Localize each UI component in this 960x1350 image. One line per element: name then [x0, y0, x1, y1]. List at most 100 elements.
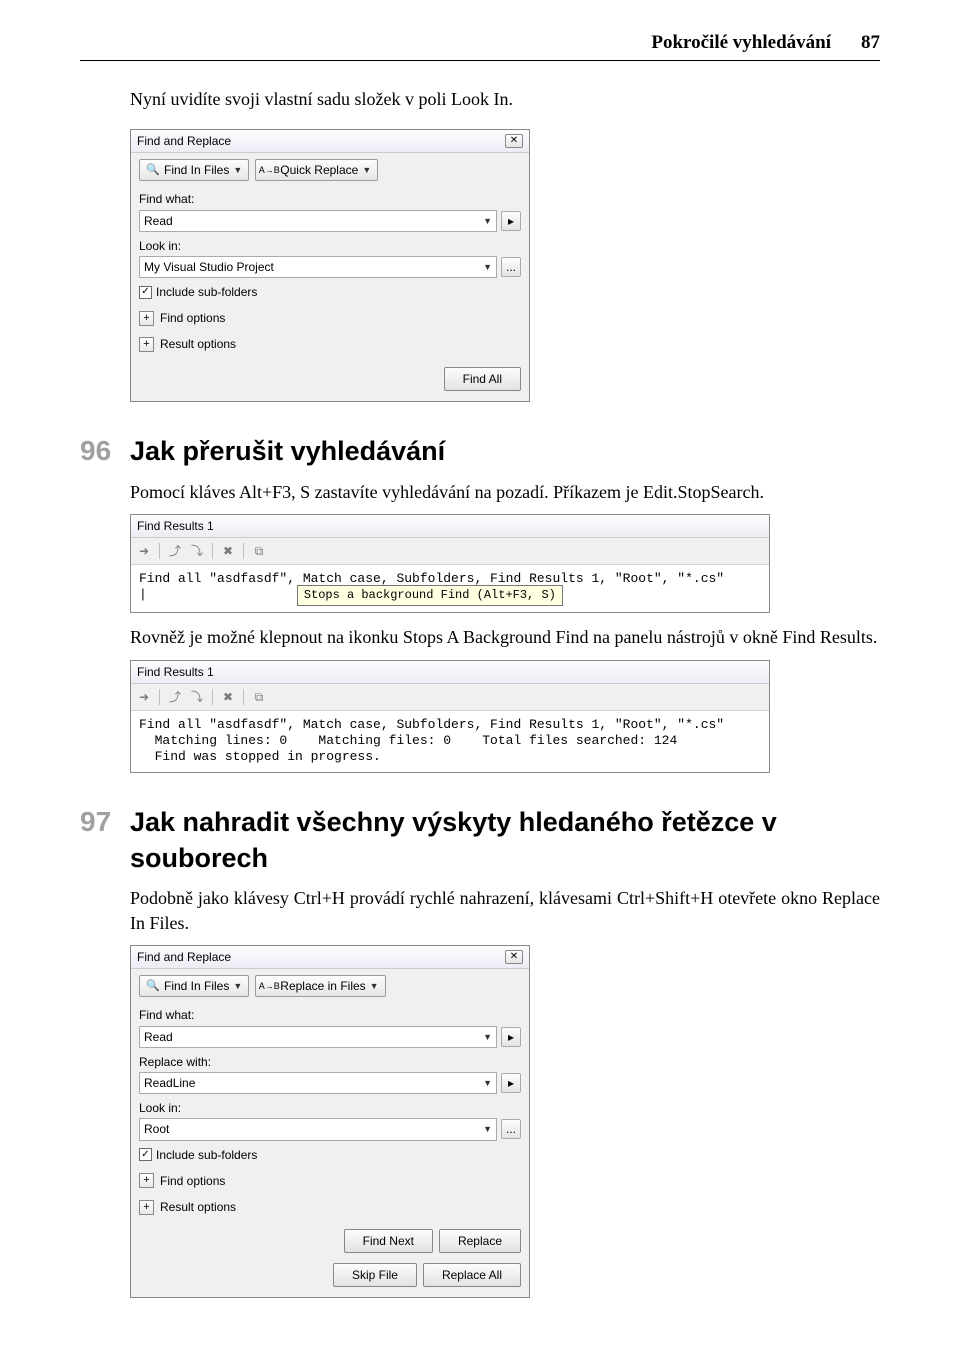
- expand-find-options[interactable]: +: [139, 1173, 154, 1188]
- panel-toolbar: ➜ ⤴ ⤵ ✖ ⧉: [131, 538, 769, 565]
- chevron-down-icon: ▼: [483, 1031, 492, 1043]
- find-all-button[interactable]: Find All: [444, 367, 521, 391]
- play-icon: ▸: [508, 213, 514, 229]
- find-what-input[interactable]: Read ▼: [139, 1026, 497, 1048]
- replace-with-label: Replace with:: [139, 1054, 521, 1070]
- find-in-files-icon: 🔍: [146, 979, 160, 993]
- expr-builder-button[interactable]: ▸: [501, 1027, 521, 1047]
- expand-find-options[interactable]: +: [139, 311, 154, 326]
- play-icon: ▸: [508, 1075, 514, 1091]
- dialog-titlebar: Find and Replace ✕: [131, 130, 529, 153]
- prev-result-icon[interactable]: ⤴: [166, 542, 184, 560]
- find-in-files-icon: 🔍: [146, 163, 160, 177]
- page-number: 87: [861, 30, 880, 56]
- next-result-icon[interactable]: ⤵: [188, 688, 206, 706]
- look-in-value: Root: [144, 1121, 169, 1137]
- find-and-replace-dialog: Find and Replace ✕ 🔍 Find In Files ▼ A→B…: [130, 129, 530, 402]
- result-options-label: Result options: [160, 1199, 236, 1215]
- section-97: 97 Jak nahradit všechny výskyty hledanéh…: [80, 803, 880, 1299]
- replace-button[interactable]: Replace: [439, 1229, 521, 1253]
- include-subfolders-checkbox[interactable]: ✓: [139, 286, 152, 299]
- separator: [212, 689, 213, 705]
- checkmark-icon: ✓: [141, 285, 149, 299]
- result-options-label: Result options: [160, 336, 236, 352]
- find-what-input[interactable]: Read ▼: [139, 210, 497, 232]
- stop-find-icon[interactable]: ✖: [219, 688, 237, 706]
- section-96: 96 Jak přerušit vyhledávání Pomocí kláve…: [80, 432, 880, 773]
- separator: [159, 543, 160, 559]
- expr-builder-button[interactable]: ▸: [501, 211, 521, 231]
- browse-button[interactable]: ...: [501, 1119, 521, 1139]
- find-next-button[interactable]: Find Next: [344, 1229, 433, 1253]
- goto-location-icon[interactable]: ➜: [135, 688, 153, 706]
- look-in-input[interactable]: My Visual Studio Project ▼: [139, 256, 497, 278]
- chevron-down-icon: ▼: [483, 215, 492, 227]
- results-output: Find all "asdfasdf", Match case, Subfold…: [131, 711, 769, 772]
- skip-file-button[interactable]: Skip File: [333, 1263, 417, 1287]
- section-97-p1: Podobně jako klávesy Ctrl+H provádí rych…: [130, 886, 880, 935]
- checkmark-icon: ✓: [141, 1148, 149, 1162]
- panel-title: Find Results 1: [131, 661, 769, 684]
- next-result-icon[interactable]: ⤵: [188, 542, 206, 560]
- chevron-down-icon: ▼: [370, 980, 379, 992]
- page-header: Pokročilé vyhledávání 87: [80, 30, 880, 61]
- find-what-label: Find what:: [139, 191, 521, 207]
- chevron-down-icon: ▼: [483, 1123, 492, 1135]
- quick-replace-icon: A→B: [262, 163, 276, 177]
- look-in-input[interactable]: Root ▼: [139, 1118, 497, 1140]
- browse-label: ...: [506, 259, 516, 275]
- find-options-label: Find options: [160, 1173, 225, 1189]
- dialog-title: Find and Replace: [137, 133, 231, 149]
- find-results-panel-2: Find Results 1 ➜ ⤴ ⤵ ✖ ⧉ Find all "asdfa…: [130, 660, 770, 773]
- stop-find-icon[interactable]: ✖: [219, 542, 237, 560]
- look-in-value: My Visual Studio Project: [144, 259, 274, 275]
- find-what-label: Find what:: [139, 1007, 521, 1023]
- tab-find-in-files[interactable]: 🔍 Find In Files ▼: [139, 159, 249, 181]
- section-number: 97: [80, 803, 130, 841]
- chevron-down-icon: ▼: [362, 164, 371, 176]
- section-96-p2: Rovněž je možné klepnout na ikonku Stops…: [130, 625, 880, 649]
- tab-replace-in-files[interactable]: A→B Replace in Files ▼: [255, 975, 385, 997]
- tab-label: Find In Files: [164, 978, 229, 994]
- tab-find-in-files[interactable]: 🔍 Find In Files ▼: [139, 975, 249, 997]
- find-options-label: Find options: [160, 310, 225, 326]
- browse-button[interactable]: ...: [501, 257, 521, 277]
- separator: [212, 543, 213, 559]
- play-icon: ▸: [508, 1029, 514, 1045]
- replace-with-input[interactable]: ReadLine ▼: [139, 1072, 497, 1094]
- separator: [159, 689, 160, 705]
- replace-in-files-icon: A→B: [262, 979, 276, 993]
- include-subfolders-checkbox[interactable]: ✓: [139, 1148, 152, 1161]
- prev-result-icon[interactable]: ⤴: [166, 688, 184, 706]
- include-subfolders-label: Include sub-folders: [156, 1147, 257, 1163]
- expand-result-options[interactable]: +: [139, 337, 154, 352]
- expand-result-options[interactable]: +: [139, 1200, 154, 1215]
- replace-all-button[interactable]: Replace All: [423, 1263, 521, 1287]
- close-icon[interactable]: ✕: [505, 134, 523, 148]
- close-icon[interactable]: ✕: [505, 950, 523, 964]
- tab-label: Find In Files: [164, 162, 229, 178]
- goto-location-icon[interactable]: ➜: [135, 542, 153, 560]
- look-in-label: Look in:: [139, 1100, 521, 1116]
- separator: [243, 689, 244, 705]
- tab-label: Replace in Files: [280, 978, 365, 994]
- intro-paragraph: Nyní uvidíte svoji vlastní sadu složek v…: [130, 87, 880, 111]
- clear-all-icon[interactable]: ⧉: [250, 688, 268, 706]
- section-96-p1: Pomocí kláves Alt+F3, S zastavíte vyhled…: [130, 480, 880, 504]
- stop-find-tooltip: Stops a background Find (Alt+F3, S): [297, 585, 563, 606]
- page-header-title: Pokročilé vyhledávání: [651, 30, 831, 56]
- dialog-title: Find and Replace: [137, 949, 231, 965]
- clear-all-icon[interactable]: ⧉: [250, 542, 268, 560]
- chevron-down-icon: ▼: [483, 261, 492, 273]
- browse-label: ...: [506, 1121, 516, 1137]
- chevron-down-icon: ▼: [233, 164, 242, 176]
- replace-with-value: ReadLine: [144, 1075, 195, 1091]
- find-what-value: Read: [144, 1029, 173, 1045]
- tab-label: Quick Replace: [280, 162, 358, 178]
- section-title: Jak přerušit vyhledávání: [130, 433, 445, 469]
- tab-quick-replace[interactable]: A→B Quick Replace ▼: [255, 159, 378, 181]
- separator: [243, 543, 244, 559]
- chevron-down-icon: ▼: [233, 980, 242, 992]
- results-output: Find all "asdfasdf", Match case, Subfold…: [131, 565, 769, 612]
- expr-builder-button[interactable]: ▸: [501, 1073, 521, 1093]
